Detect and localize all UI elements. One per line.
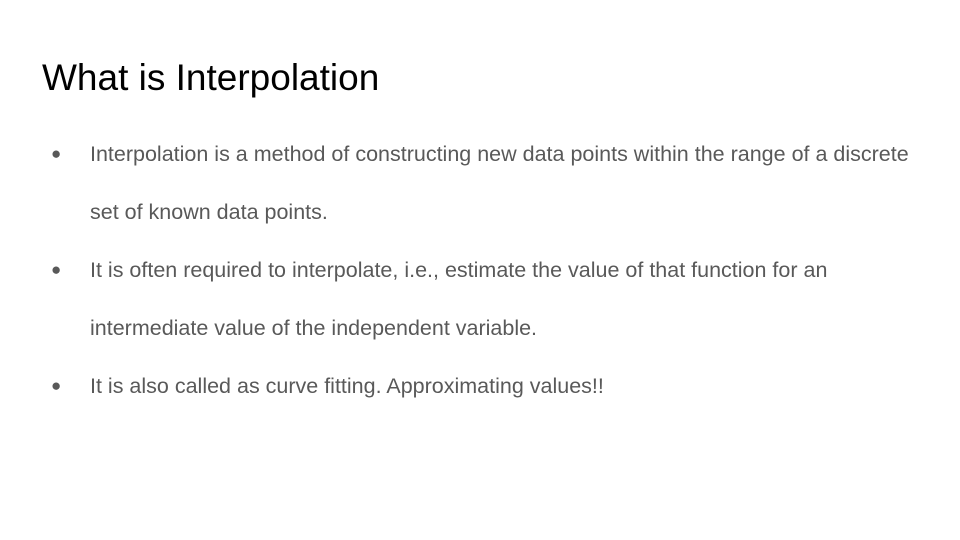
bullet-item-2: ● It is often required to interpolate, i…	[42, 241, 922, 357]
bullet-text-2: It is often required to interpolate, i.e…	[90, 258, 828, 340]
bullet-dot-icon: ●	[51, 144, 62, 163]
bullet-text-3: It is also called as curve fitting. Appr…	[90, 374, 604, 398]
slide: What is Interpolation ● Interpolation is…	[0, 0, 960, 540]
bullet-list: ● Interpolation is a method of construct…	[42, 125, 922, 415]
bullet-item-3: ● It is also called as curve fitting. Ap…	[42, 357, 922, 415]
bullet-text-1: Interpolation is a method of constructin…	[90, 142, 909, 224]
bullet-dot-icon: ●	[51, 376, 62, 395]
slide-title: What is Interpolation	[42, 57, 380, 98]
bullet-dot-icon: ●	[51, 260, 62, 279]
bullet-item-1: ● Interpolation is a method of construct…	[42, 125, 922, 241]
